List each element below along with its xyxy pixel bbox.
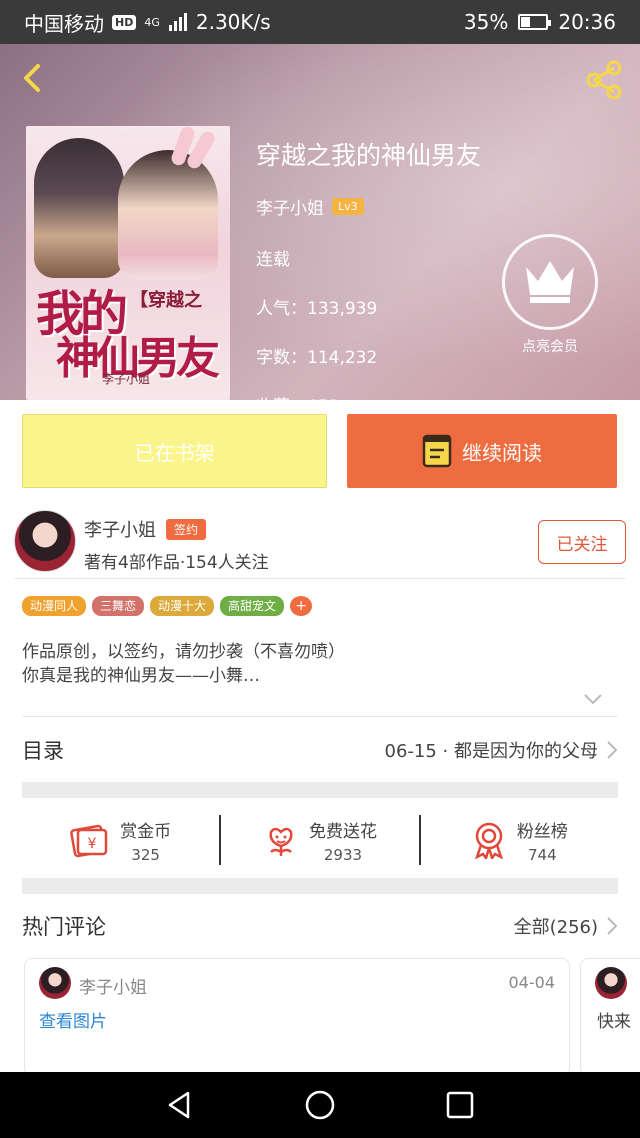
- toc-label: 目录: [22, 739, 64, 763]
- book-cover[interactable]: 我的 【穿越之 神仙男友 李子小姐: [26, 126, 230, 400]
- signed-badge: 签约: [166, 518, 207, 540]
- stat-label: 赏金币: [120, 821, 172, 842]
- followed-button[interactable]: 已关注: [538, 520, 626, 564]
- carrier-label: 中国移动: [24, 11, 104, 36]
- comment-date: 04-04: [508, 973, 556, 992]
- continue-reading-button[interactable]: 继续阅读: [347, 414, 617, 488]
- divider: [22, 716, 618, 717]
- word-count: 字数：114,232: [256, 348, 378, 368]
- cover-subtitle: 【穿越之: [130, 290, 202, 311]
- latest-chapter: 06-15 · 都是因为你的父母: [384, 741, 598, 762]
- tag-list: 动漫同人 三舞恋 动漫十大 高甜宠文 +: [22, 596, 313, 616]
- tag-item[interactable]: 动漫十大: [150, 596, 215, 616]
- stat-value: 2933: [323, 845, 363, 864]
- tag-item[interactable]: 动漫同人: [22, 596, 87, 616]
- book-title: 穿越之我的神仙男友: [256, 141, 482, 170]
- crown-icon: [526, 261, 574, 303]
- book-header: 我的 【穿越之 神仙男友 李子小姐 穿越之我的神仙男友 李子小姐 Lv3 连载 …: [0, 44, 640, 400]
- coin-envelope-icon: ¥: [70, 824, 108, 858]
- book-info: 穿越之我的神仙男友 李子小姐 Lv3 连载 人气：133,939 字数：114,…: [256, 136, 481, 400]
- description-line: 你真是我的神仙男友——小舞…: [22, 666, 260, 686]
- in-shelf-button[interactable]: 已在书架: [22, 414, 327, 488]
- chevron-right-icon[interactable]: [606, 916, 618, 936]
- commenter-avatar[interactable]: [39, 967, 71, 999]
- book-author[interactable]: 李子小姐: [256, 194, 324, 219]
- stat-value: 744: [527, 845, 557, 864]
- medal-icon: [474, 822, 503, 859]
- network-speed: 2.30K/s: [195, 10, 271, 34]
- all-comments-link[interactable]: 全部(256): [514, 913, 598, 939]
- section-gap: [22, 878, 618, 894]
- chevron-right-icon: [607, 741, 618, 759]
- book-detail: 已在书架 继续阅读 李子小姐 签约 著有4部作品·154人关注 已关注 动漫同人…: [0, 400, 640, 1076]
- share-icon[interactable]: [582, 58, 626, 102]
- author-name: 李子小姐: [84, 520, 156, 541]
- back-arrow-icon[interactable]: [14, 58, 54, 98]
- divider: [14, 578, 626, 579]
- svg-text:¥: ¥: [88, 836, 97, 852]
- commenter-name: 李子小姐: [79, 978, 147, 998]
- view-image-link[interactable]: 查看图片: [39, 1007, 107, 1032]
- signal-icon: [168, 13, 187, 31]
- section-gap: [22, 782, 618, 798]
- author-row[interactable]: 李子小姐 签约 著有4部作品·154人关注 已关注: [14, 510, 626, 576]
- recents-square-icon[interactable]: [444, 1089, 476, 1121]
- cover-author: 李子小姐: [102, 372, 151, 386]
- network-type: 4G: [144, 15, 160, 29]
- comment-text: 快来: [597, 1012, 631, 1032]
- author-meta: 著有4部作品·154人关注: [84, 553, 269, 573]
- commenter-avatar[interactable]: [595, 967, 627, 999]
- table-of-contents-row[interactable]: 目录 06-15 · 都是因为你的父母: [22, 722, 618, 778]
- home-circle-icon[interactable]: [304, 1089, 336, 1121]
- clock: 20:36: [558, 10, 616, 34]
- comment-card[interactable]: 快来: [580, 958, 640, 1076]
- tag-item[interactable]: 三舞恋: [92, 596, 145, 616]
- vip-button[interactable]: 点亮会员: [500, 234, 600, 356]
- system-nav-bar: [0, 1072, 640, 1138]
- more-tags-button[interactable]: +: [290, 596, 313, 616]
- hot-comments-label: 热门评论: [22, 915, 106, 939]
- book-status: 连载: [256, 250, 290, 270]
- back-triangle-icon[interactable]: [164, 1089, 196, 1121]
- description-line: 作品原创，以签约，请勿抄袭（不喜勿喷）: [22, 642, 345, 662]
- stat-value: 325: [131, 845, 160, 864]
- in-shelf-label: 已在书架: [134, 440, 215, 465]
- continue-reading-label: 继续阅读: [462, 440, 542, 465]
- book-icon: [422, 434, 452, 468]
- favorites-count: 收藏：653: [256, 392, 481, 400]
- expand-chevron-icon[interactable]: [583, 692, 603, 706]
- popularity: 人气：133,939: [256, 299, 378, 319]
- hot-comments-header: 热门评论 全部(256): [22, 906, 618, 946]
- comment-card[interactable]: 李子小姐 04-04 查看图片: [24, 958, 570, 1076]
- fan-ranking-button[interactable]: 粉丝榜 744: [421, 817, 618, 864]
- vip-label: 点亮会员: [522, 339, 578, 355]
- status-bar: 中国移动 HD 4G 2.30K/s 35% 20:36: [0, 0, 640, 44]
- stat-label: 免费送花: [308, 821, 377, 842]
- battery-icon: [518, 14, 552, 30]
- author-avatar[interactable]: [14, 510, 76, 572]
- stats-bar: ¥ 赏金币 325 免费送花 2933 粉丝榜 744: [22, 802, 618, 878]
- reward-coins-button[interactable]: ¥ 赏金币 325: [22, 817, 219, 864]
- followed-label: 已关注: [556, 534, 608, 555]
- book-description[interactable]: 作品原创，以签约，请勿抄袭（不喜勿喷） 你真是我的神仙男友——小舞…: [22, 640, 345, 688]
- tag-item[interactable]: 高甜宠文: [220, 596, 285, 616]
- hd-icon: HD: [112, 14, 137, 30]
- flower-icon: [269, 827, 293, 856]
- level-badge: Lv3: [332, 198, 364, 215]
- send-flower-button[interactable]: 免费送花 2933: [221, 817, 418, 864]
- battery-percent: 35%: [463, 10, 509, 34]
- stat-label: 粉丝榜: [516, 821, 568, 842]
